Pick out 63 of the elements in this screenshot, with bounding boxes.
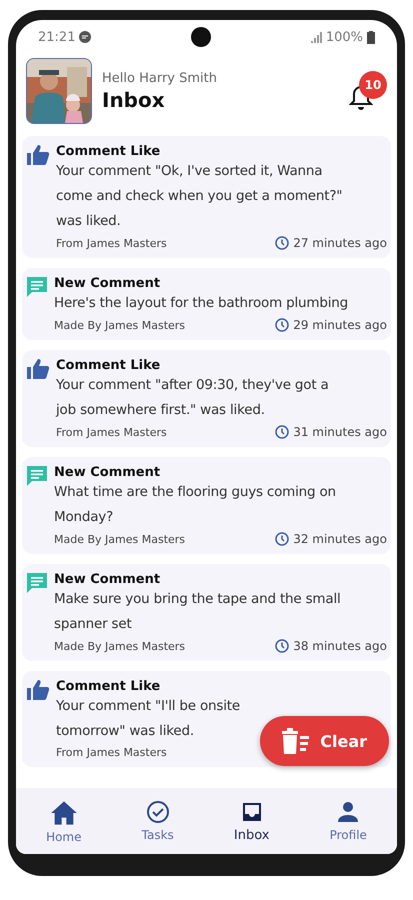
- notification-card[interactable]: New Comment What time are the flooring guys coming on Monday? Made By James Masters 32 minutes ago: [22, 457, 391, 554]
- clock-icon: [275, 318, 290, 332]
- time-label: 32 minutes ago: [293, 532, 387, 546]
- time-label: 38 minutes ago: [293, 639, 387, 653]
- message-line: Your comment "I'll be onsite: [56, 697, 240, 716]
- notification-title: Comment Like: [56, 144, 162, 159]
- nav-tab[interactable]: Inbox: [224, 800, 280, 844]
- battery-level: 100%: [326, 30, 363, 44]
- comment-icon: [26, 572, 48, 594]
- message-line: What time are the flooring guys coming on: [54, 483, 336, 502]
- notification-badge: 10: [359, 71, 387, 99]
- notification-title: Comment Like: [56, 358, 162, 373]
- author-label: From James Masters: [56, 746, 167, 759]
- notification-card[interactable]: Comment Like Your comment "after 09:30, they've got a job somewhere first." was liked. From James Masters 31 minutes ago: [22, 350, 391, 447]
- comment-icon: [26, 276, 48, 298]
- message-line: Monday?: [54, 508, 114, 527]
- comment-icon: [26, 465, 48, 487]
- notification-card[interactable]: New Comment Here's the layout for the bathroom plumbing Made By James Masters 29 minutes ago: [22, 268, 391, 340]
- greeting: Hello Harry Smith: [102, 70, 217, 86]
- author-label: From James Masters: [56, 426, 167, 438]
- thumbs-up-icon: [26, 144, 50, 166]
- thumbs-up-icon: [26, 358, 50, 380]
- message-line: Your comment "Ok, I've sorted it, Wanna: [56, 162, 322, 181]
- notification-title: New Comment: [54, 572, 162, 587]
- notification-card[interactable]: Comment Like Your comment "Ok, I've sorted it, Wanna come and check when you get a moment?" was liked. From James Masters 27 minutes ago: [22, 136, 391, 258]
- signal-icon: [310, 31, 322, 43]
- message-line: was liked.: [56, 212, 121, 231]
- notification-card[interactable]: New Comment Make sure you bring the tape and the small spanner set Made By James Masters 38 minutes ago: [22, 564, 391, 661]
- author-label: Made By James Masters: [54, 532, 186, 546]
- message-line: come and check when you get a moment?": [56, 187, 342, 206]
- message-icon: [79, 31, 92, 43]
- author-label: From James Masters: [56, 236, 167, 250]
- clock-icon: [275, 236, 290, 250]
- nav-tab[interactable]: Home: [36, 800, 92, 844]
- status-time: 21:21: [38, 30, 76, 44]
- notification-title: Comment Like: [56, 679, 162, 694]
- nav-tab[interactable]: Profile: [320, 800, 377, 844]
- clock-icon: [275, 532, 290, 546]
- check-circle-icon: [146, 800, 170, 824]
- clock-icon: [275, 639, 290, 653]
- message-line: spanner set: [54, 615, 132, 634]
- message-line: tomorrow" was liked.: [56, 722, 194, 741]
- author-label: Made By James Masters: [54, 640, 186, 652]
- message-line: Make sure you bring the tape and the small: [54, 590, 341, 609]
- message-line: Your comment "after 09:30, they've got a: [56, 376, 329, 395]
- author-label: Made By James Masters: [54, 318, 186, 332]
- page-title: Inbox: [102, 88, 166, 112]
- nav-tab[interactable]: Tasks: [132, 800, 184, 844]
- clear-floating-button[interactable]: Clear: [260, 716, 389, 766]
- time-label: 31 minutes ago: [293, 425, 387, 439]
- message-line: job somewhere first." was liked.: [56, 401, 265, 420]
- clock-icon: [275, 425, 290, 439]
- time-label: 27 minutes ago: [293, 236, 387, 250]
- thumbs-up-icon: [26, 679, 50, 701]
- camera-icon: [190, 27, 211, 47]
- notification-title: New Comment: [54, 276, 162, 291]
- home-icon: [50, 800, 78, 826]
- message-line: Here's the layout for the bathroom plumbing: [54, 294, 348, 313]
- person-icon: [337, 800, 360, 824]
- notification-title: New Comment: [54, 465, 162, 480]
- time-label: 29 minutes ago: [293, 318, 387, 332]
- battery-icon: [366, 30, 375, 44]
- clear-list-icon: [280, 728, 310, 754]
